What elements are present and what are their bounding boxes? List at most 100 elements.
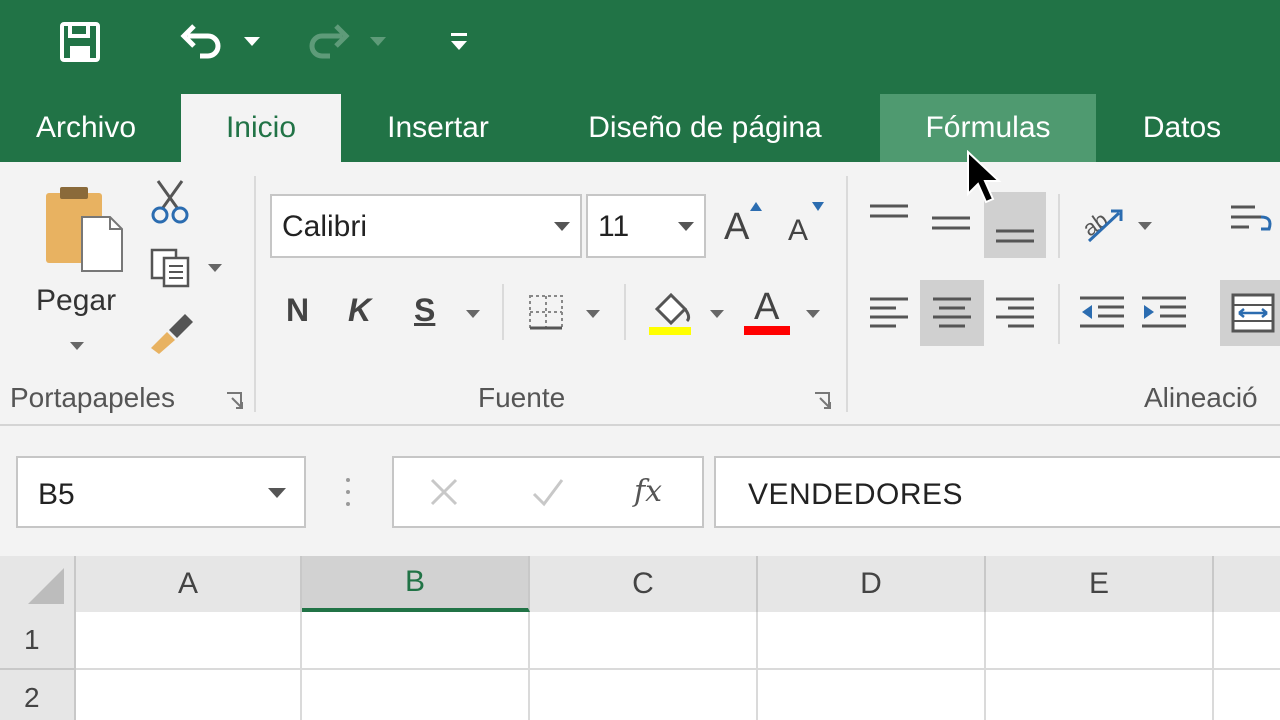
paste-label[interactable]: Pegar [36,284,116,318]
tab-diseno[interactable]: Diseño de página [560,94,850,162]
clipboard-launcher[interactable] [224,390,246,412]
format-painter-button[interactable] [146,308,196,356]
select-all-button[interactable] [0,556,76,612]
align-top-icon [870,204,908,218]
column-header-d[interactable]: D [758,556,986,612]
cancel-icon[interactable] [428,476,460,508]
name-box-value: B5 [38,478,75,511]
tab-insertar[interactable]: Insertar [370,94,506,162]
underline-button[interactable]: S [414,292,435,329]
font-name-combo[interactable]: Calibri [270,194,582,258]
group-label-portapapeles: Portapapeles [10,382,176,413]
formula-input[interactable]: VENDEDORES [714,456,1280,528]
undo-icon [180,24,221,59]
wrap-text-icon [1231,205,1272,231]
customize-qat-button[interactable] [444,14,474,70]
paste-button[interactable] [38,182,130,274]
copy-dropdown[interactable] [208,264,222,272]
enter-check-icon[interactable] [530,476,566,508]
column-header-b[interactable]: B [302,556,530,612]
merge-center-button[interactable] [1228,292,1278,334]
dialog-launcher-icon [227,392,243,409]
redo-button[interactable] [300,14,356,70]
save-button[interactable] [52,14,108,70]
chevron-down-icon[interactable] [678,222,694,231]
gridline [76,668,1280,670]
undo-dropdown[interactable] [240,14,264,70]
orientation-dropdown[interactable] [1138,222,1152,230]
column-header-next[interactable] [1214,556,1280,612]
font-size-combo[interactable]: 11 [586,194,706,258]
formula-actions: fx [392,456,704,528]
gridline [1212,612,1214,720]
tab-datos[interactable]: Datos [1124,94,1240,162]
align-right-button[interactable] [990,292,1040,332]
font-launcher[interactable] [812,390,834,412]
column-header-c[interactable]: C [530,556,758,612]
align-middle-icon [932,216,970,230]
align-left-button[interactable] [864,292,914,332]
tab-archivo[interactable]: Archivo [14,94,158,162]
chevron-down-icon [370,37,386,46]
text-orientation-icon: ab [1079,207,1123,243]
orientation-button[interactable]: ab [1078,198,1128,248]
shrink-font-button[interactable]: A [786,200,830,252]
italic-button[interactable]: K [348,292,371,329]
fill-color-button[interactable] [646,286,694,338]
insert-function-icon[interactable]: fx [634,474,662,509]
redo-dropdown[interactable] [366,14,390,70]
borders-dropdown[interactable] [586,310,600,318]
font-color-swatch [744,326,790,335]
dialog-launcher-icon [815,392,831,409]
chevron-down-icon[interactable] [268,488,286,498]
gridline [984,612,986,720]
select-all-triangle-icon [28,568,64,604]
font-color-dropdown[interactable] [806,310,820,318]
font-color-button[interactable]: A [744,284,792,338]
gridline [756,612,758,720]
borders-button[interactable] [524,290,568,334]
decrease-indent-button[interactable] [1076,292,1128,332]
font-name-value: Calibri [282,210,368,243]
pointer-cursor-icon [967,149,1002,204]
copy-button[interactable] [146,244,194,292]
gridline [300,612,302,720]
name-box[interactable]: B5 [16,456,306,528]
formula-bar-grip[interactable] [344,476,352,508]
fill-color-dropdown[interactable] [710,310,724,318]
wrap-text-button[interactable] [1226,198,1276,248]
align-center-button[interactable] [927,292,977,332]
underline-dropdown[interactable] [466,310,480,318]
scissors-icon [151,180,189,224]
chevron-down-icon[interactable] [554,222,570,231]
separator [624,284,626,340]
clipboard-icon [46,187,123,272]
borders-icon [529,295,563,330]
group-separator [846,176,848,412]
tab-inicio[interactable]: Inicio [181,94,341,162]
shrink-font-label: A [788,214,809,247]
separator [1058,194,1060,258]
paste-dropdown[interactable] [70,342,84,350]
row-header-1[interactable]: 1 [0,612,76,670]
increase-indent-button[interactable] [1138,292,1190,332]
column-header-a[interactable]: A [76,556,302,612]
merge-cells-icon [1231,293,1275,333]
bold-button[interactable]: N [286,292,309,329]
customize-icon [451,33,467,50]
group-separator [254,176,256,412]
align-top-button[interactable] [864,194,914,234]
arrow-down-icon [812,202,824,211]
column-header-e[interactable]: E [986,556,1214,612]
grow-font-label: A [724,206,750,248]
gridline [528,612,530,720]
grow-font-button[interactable]: A [722,200,766,252]
paint-bucket-icon [649,292,691,335]
grip-dots-icon [346,478,350,506]
cut-button[interactable] [146,178,194,226]
align-bottom-button[interactable] [990,218,1040,252]
formula-content: VENDEDORES [748,478,964,511]
save-icon [60,22,100,62]
undo-button[interactable] [174,14,230,70]
row-header-2[interactable]: 2 [0,670,76,720]
